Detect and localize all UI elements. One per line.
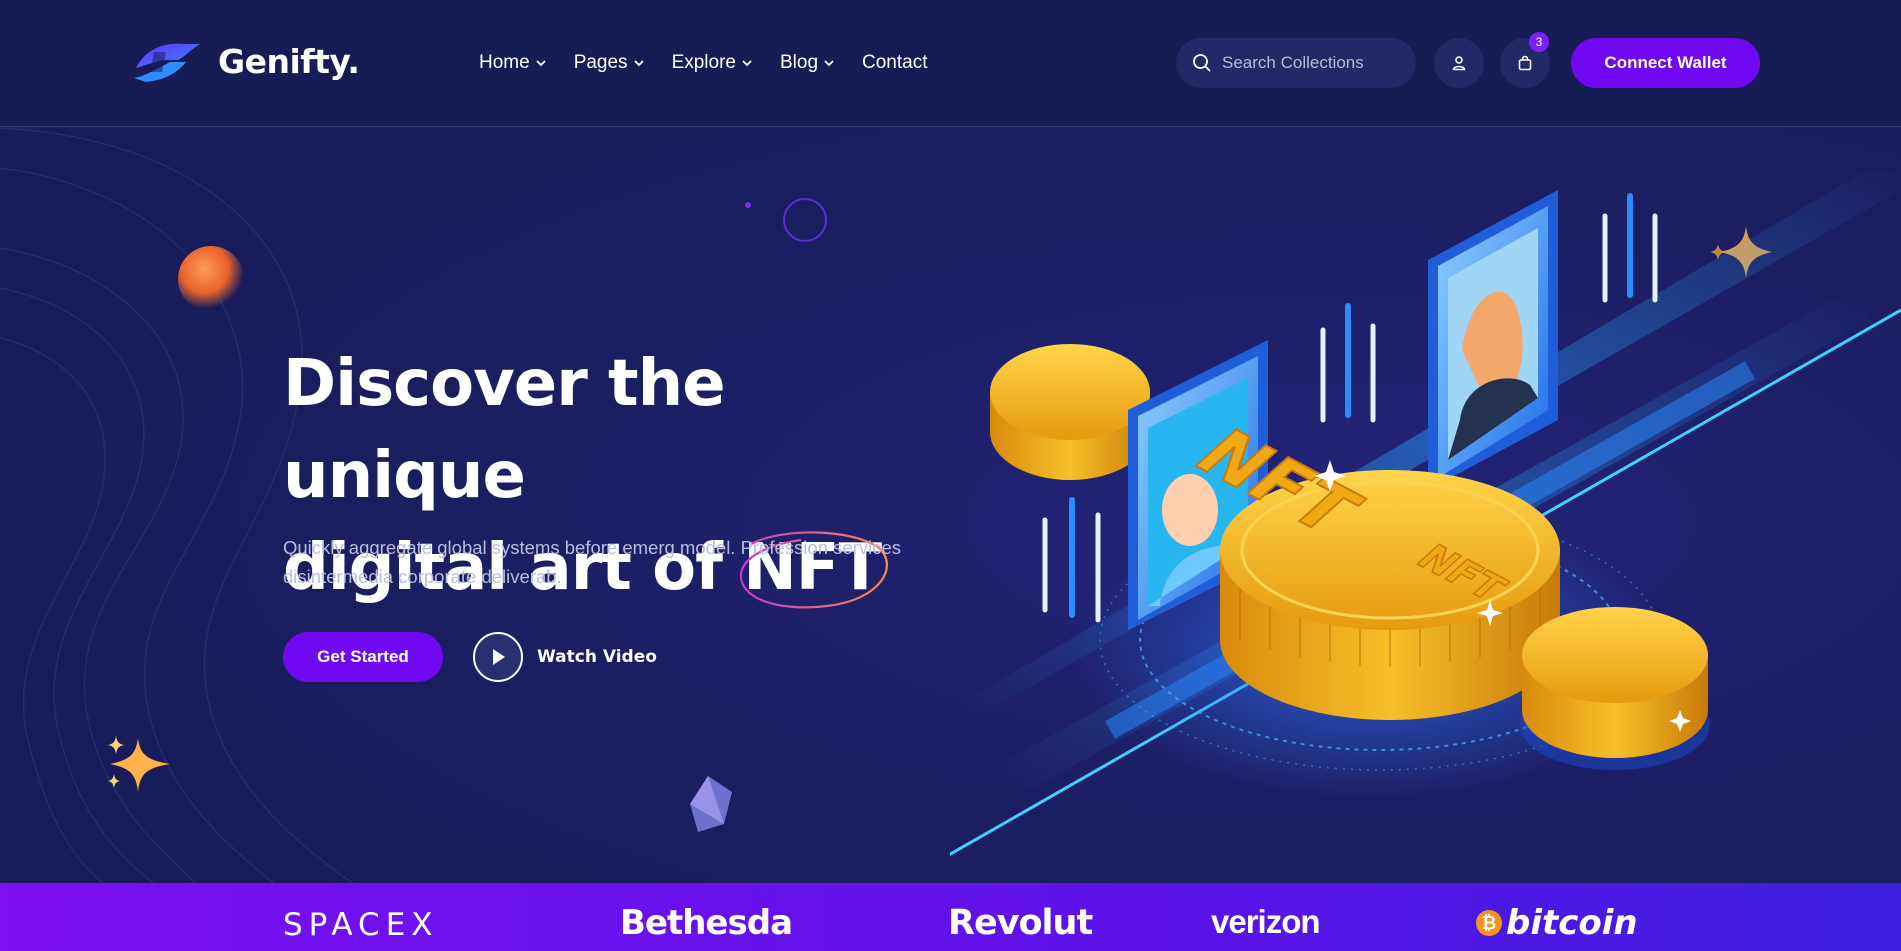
- watch-video-label: Watch Video: [537, 647, 657, 667]
- nav-contact[interactable]: Contact: [862, 52, 927, 74]
- brand-logo-spacex: SPACEX: [283, 907, 439, 943]
- cart-count-badge: 3: [1529, 32, 1549, 52]
- brand-logo-verizon: verizon: [1211, 903, 1321, 940]
- nav-home-label: Home: [479, 52, 530, 73]
- site-header: Genifty. Home Pages Explore Blog Contact: [0, 0, 1901, 127]
- brand-bitcoin-text: bitcoin: [1506, 903, 1638, 943]
- partner-brands-strip: SPACEX Bethesda Revolut verizon ₿ bitcoi…: [0, 883, 1901, 951]
- search-input[interactable]: [1222, 53, 1402, 73]
- logo[interactable]: Genifty.: [132, 38, 360, 84]
- watch-video-button[interactable]: Watch Video: [473, 632, 657, 682]
- main-nav: Home Pages Explore Blog Contact: [479, 52, 928, 74]
- chevron-down-icon: [536, 60, 546, 67]
- search-icon: [1193, 54, 1211, 72]
- play-icon: [473, 632, 523, 682]
- circle-outline-decoration: [745, 198, 827, 242]
- brand-name: Genifty.: [218, 41, 360, 81]
- account-button[interactable]: [1434, 38, 1484, 88]
- hero-description: Quickly aggregate global systems before …: [283, 537, 901, 587]
- nav-explore-label: Explore: [671, 52, 736, 73]
- chevron-down-icon: [742, 60, 752, 67]
- nav-blog[interactable]: Blog: [780, 52, 836, 74]
- logo-icon: [134, 43, 200, 82]
- page: Genifty. Home Pages Explore Blog Contact: [0, 0, 1901, 951]
- shopping-bag-icon: [1518, 55, 1532, 71]
- crystal-decoration: [690, 776, 732, 832]
- bitcoin-icon: ₿: [1476, 910, 1502, 936]
- nav-home[interactable]: Home: [479, 52, 548, 74]
- cart-button[interactable]: 3: [1500, 32, 1550, 88]
- brand-logo-bitcoin: ₿ bitcoin: [1476, 903, 1638, 943]
- sparkle-decoration: [108, 736, 170, 792]
- connect-wallet-button[interactable]: Connect Wallet: [1571, 38, 1760, 88]
- orange-orb-decoration: [178, 246, 244, 312]
- nav-contact-label: Contact: [862, 52, 928, 73]
- brand-logo-bethesda: Bethesda: [620, 903, 793, 943]
- brand-logo-revolut: Revolut: [948, 903, 1093, 943]
- get-started-button[interactable]: Get Started: [283, 632, 443, 682]
- nft-coins-illustration: NFT NFT: [950, 170, 1901, 857]
- chevron-down-icon: [824, 60, 834, 67]
- nav-explore[interactable]: Explore: [672, 52, 754, 74]
- hero-title-line1: Discover the unique: [283, 347, 726, 513]
- search-box: [1176, 38, 1416, 88]
- nav-pages[interactable]: Pages: [574, 52, 646, 74]
- nav-pages-label: Pages: [573, 52, 628, 73]
- user-icon: [1452, 56, 1466, 71]
- nav-blog-label: Blog: [779, 52, 819, 73]
- chevron-down-icon: [633, 60, 644, 67]
